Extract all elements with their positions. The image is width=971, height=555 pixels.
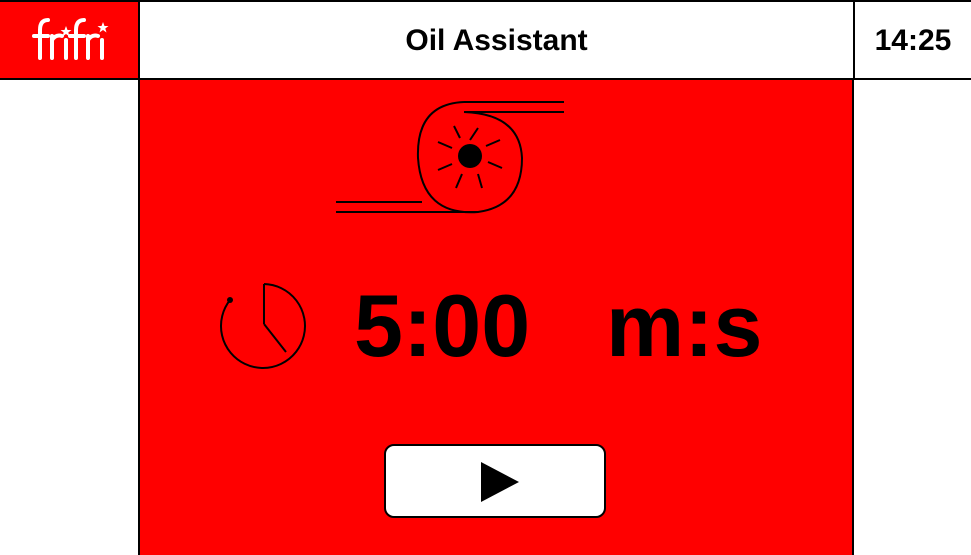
header-bar: Oil Assistant 14:25 [0, 0, 971, 80]
oil-assistant-panel: 5:00 m:s [138, 80, 854, 555]
fan-blower-icon [336, 101, 564, 214]
frifri-logo-icon [32, 18, 109, 60]
brand-logo [0, 2, 140, 78]
stopwatch-icon [220, 283, 306, 369]
page-title: Oil Assistant [405, 24, 588, 57]
start-button[interactable] [384, 444, 606, 518]
timer-unit: m:s [606, 276, 763, 375]
clock-time: 14:25 [853, 2, 971, 78]
timer-value: 5:00 [354, 276, 531, 375]
play-icon [481, 462, 519, 502]
